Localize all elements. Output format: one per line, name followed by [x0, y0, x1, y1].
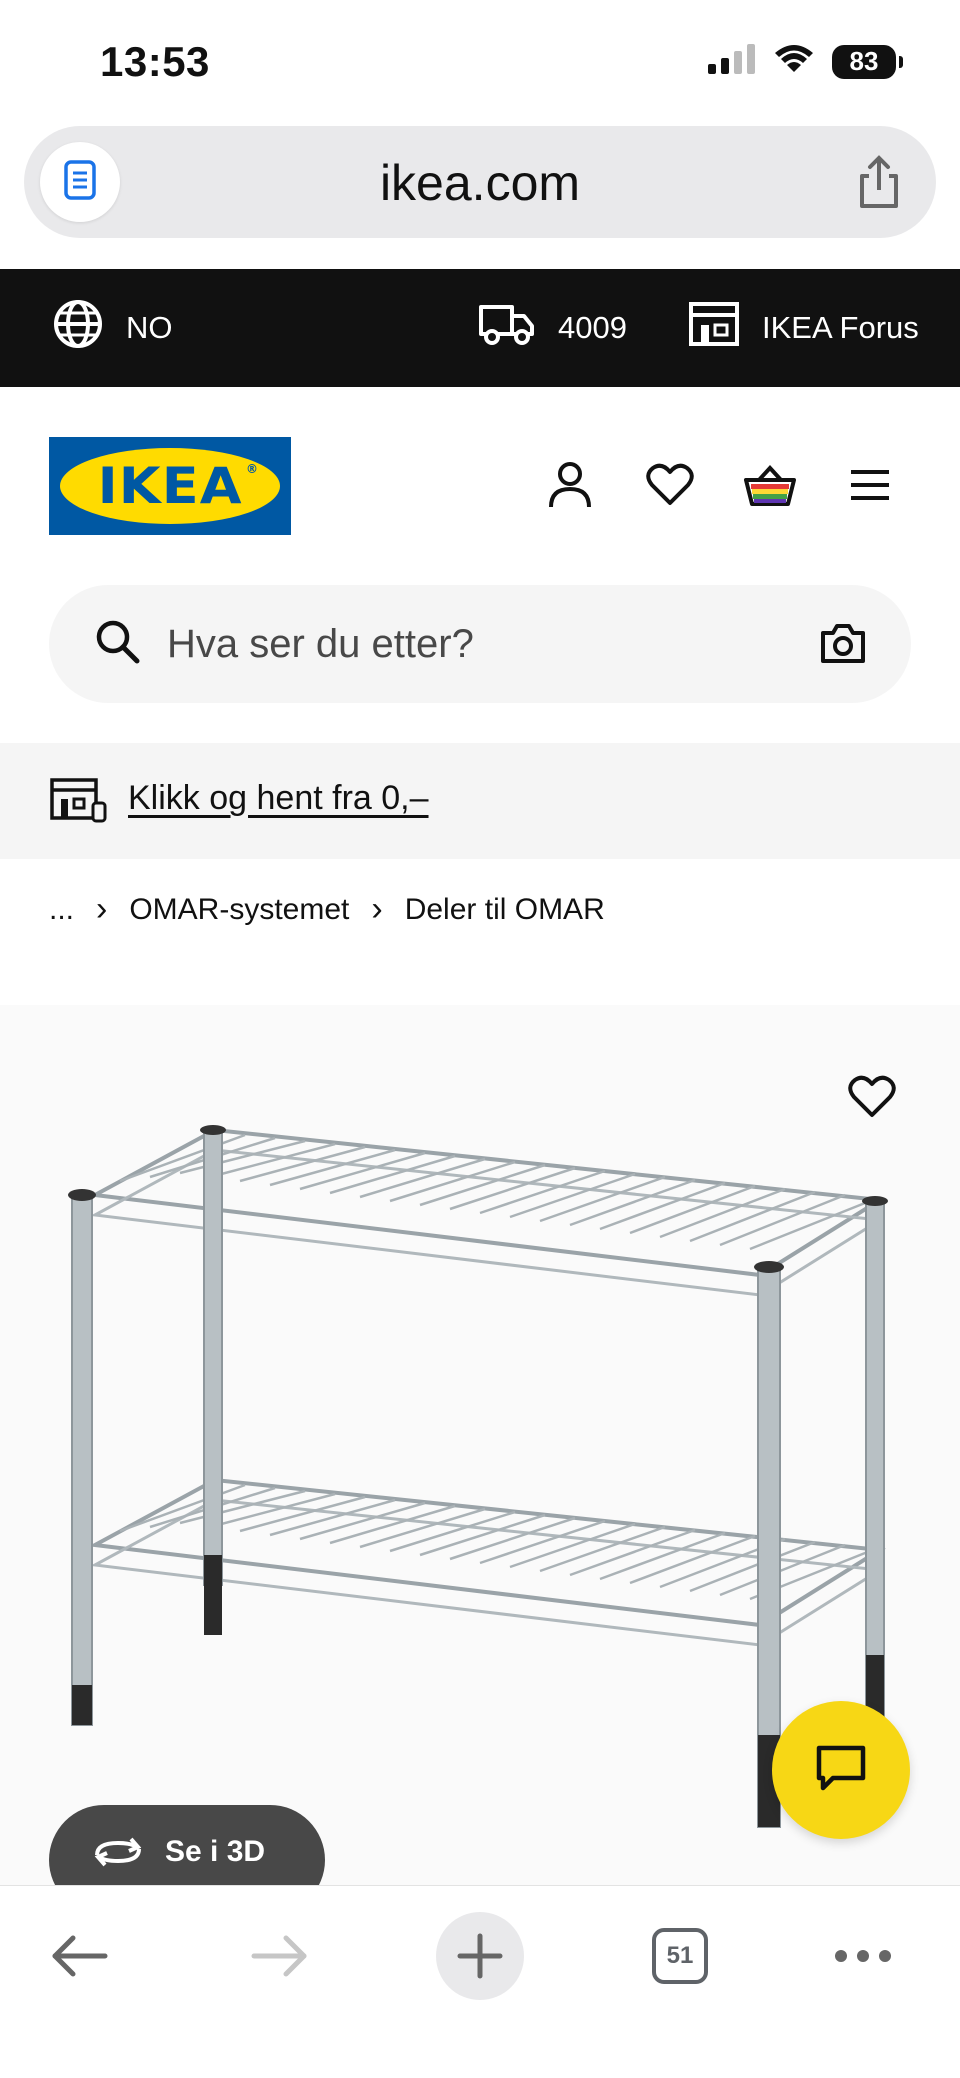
logo-text: IKEA: [97, 457, 243, 515]
signal-icon: [708, 44, 756, 79]
menu-icon[interactable]: [840, 455, 900, 515]
new-tab-button[interactable]: [436, 1912, 524, 2000]
user-icon[interactable]: [540, 455, 600, 515]
battery-icon: 83: [832, 44, 903, 79]
breadcrumb-chevron-icon: ›: [96, 890, 108, 928]
click-collect-banner: Klikk og hent fra 0,–: [0, 743, 960, 859]
postcode-label: 4009: [558, 310, 627, 345]
truck-icon: [478, 302, 536, 354]
language-selector[interactable]: NO: [52, 269, 173, 387]
basket-icon[interactable]: [740, 455, 800, 515]
click-collect-link[interactable]: Klikk og hent fra 0,–: [128, 779, 429, 818]
rotate-3d-icon: [91, 1835, 145, 1877]
camera-icon[interactable]: [819, 621, 867, 670]
search-bar: [49, 585, 911, 703]
postcode-selector[interactable]: 4009: [478, 269, 627, 387]
top-info-strip: NO 4009 IKEA Forus: [0, 269, 960, 387]
chat-button[interactable]: [772, 1701, 910, 1839]
breadcrumb-item-omar-parts[interactable]: Deler til OMAR: [405, 893, 605, 927]
registered-mark: ®: [246, 462, 258, 476]
breadcrumb-ellipsis[interactable]: ...: [49, 893, 74, 927]
breadcrumb: ... › OMAR-systemet › Deler til OMAR: [49, 890, 605, 929]
status-time: 13:53: [100, 38, 210, 85]
search-icon[interactable]: [95, 619, 141, 670]
logo-ellipse: IKEA ®: [60, 448, 280, 524]
ikea-logo[interactable]: IKEA ®: [49, 437, 291, 535]
breadcrumb-item-omar-system[interactable]: OMAR-systemet: [129, 893, 349, 927]
search-input[interactable]: [167, 585, 807, 703]
plus-icon: [436, 1912, 524, 2000]
status-bar: 13:53 83: [0, 0, 960, 120]
store-selector[interactable]: IKEA Forus: [688, 269, 919, 387]
globe-icon: [52, 298, 104, 358]
wifi-icon: [774, 44, 814, 79]
breadcrumb-chevron-icon: ›: [371, 890, 383, 928]
battery-level: 83: [849, 46, 879, 76]
forward-arrow-icon[interactable]: [245, 1912, 315, 2000]
view-in-3d-label: Se i 3D: [165, 1835, 266, 1868]
tabs-button[interactable]: 51: [648, 1912, 712, 2000]
click-collect-icon: [49, 777, 107, 828]
share-icon[interactable]: [852, 154, 906, 210]
status-indicators: 83: [708, 44, 903, 79]
chat-bubble-icon: [815, 1744, 867, 1797]
more-options-icon[interactable]: [832, 1912, 894, 2000]
url-text[interactable]: ikea.com: [24, 154, 936, 212]
store-label: IKEA Forus: [762, 310, 919, 345]
browser-toolbar: 51: [0, 1885, 960, 2078]
store-icon: [688, 301, 740, 355]
add-to-favourites-heart-icon[interactable]: [840, 1065, 904, 1129]
tabs-count: 51: [652, 1928, 708, 1984]
header-actions: [540, 455, 900, 515]
heart-icon[interactable]: [640, 455, 700, 515]
back-arrow-icon[interactable]: [44, 1912, 114, 2000]
address-bar[interactable]: ikea.com: [24, 126, 936, 238]
language-label: NO: [126, 310, 173, 345]
